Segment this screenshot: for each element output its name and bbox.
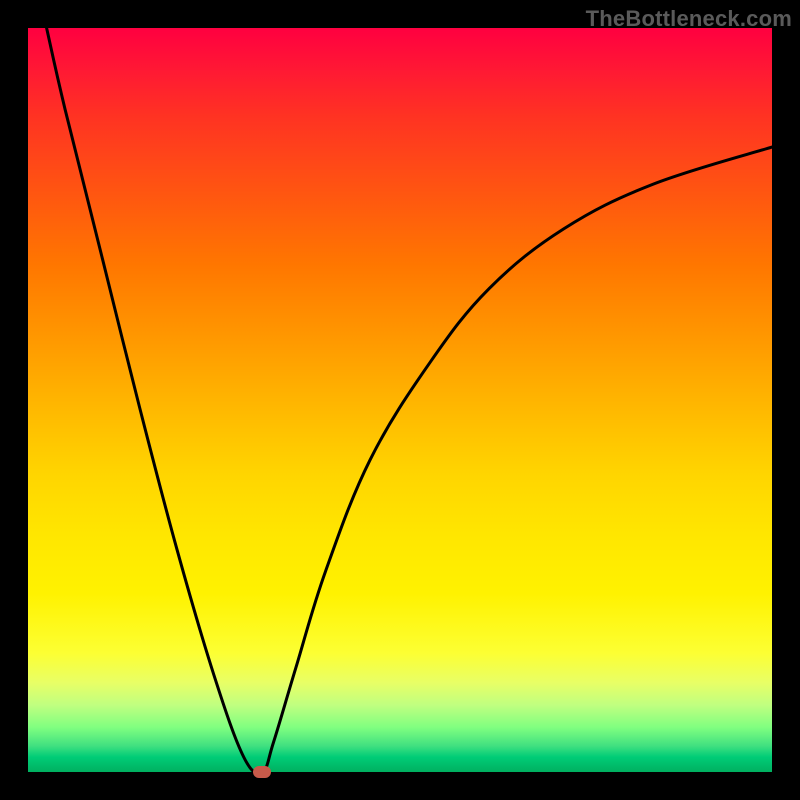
plot-area: [28, 28, 772, 772]
bottleneck-curve: [28, 28, 772, 772]
chart-frame: TheBottleneck.com: [0, 0, 800, 800]
minimum-marker: [253, 766, 271, 778]
watermark-text: TheBottleneck.com: [586, 6, 792, 32]
